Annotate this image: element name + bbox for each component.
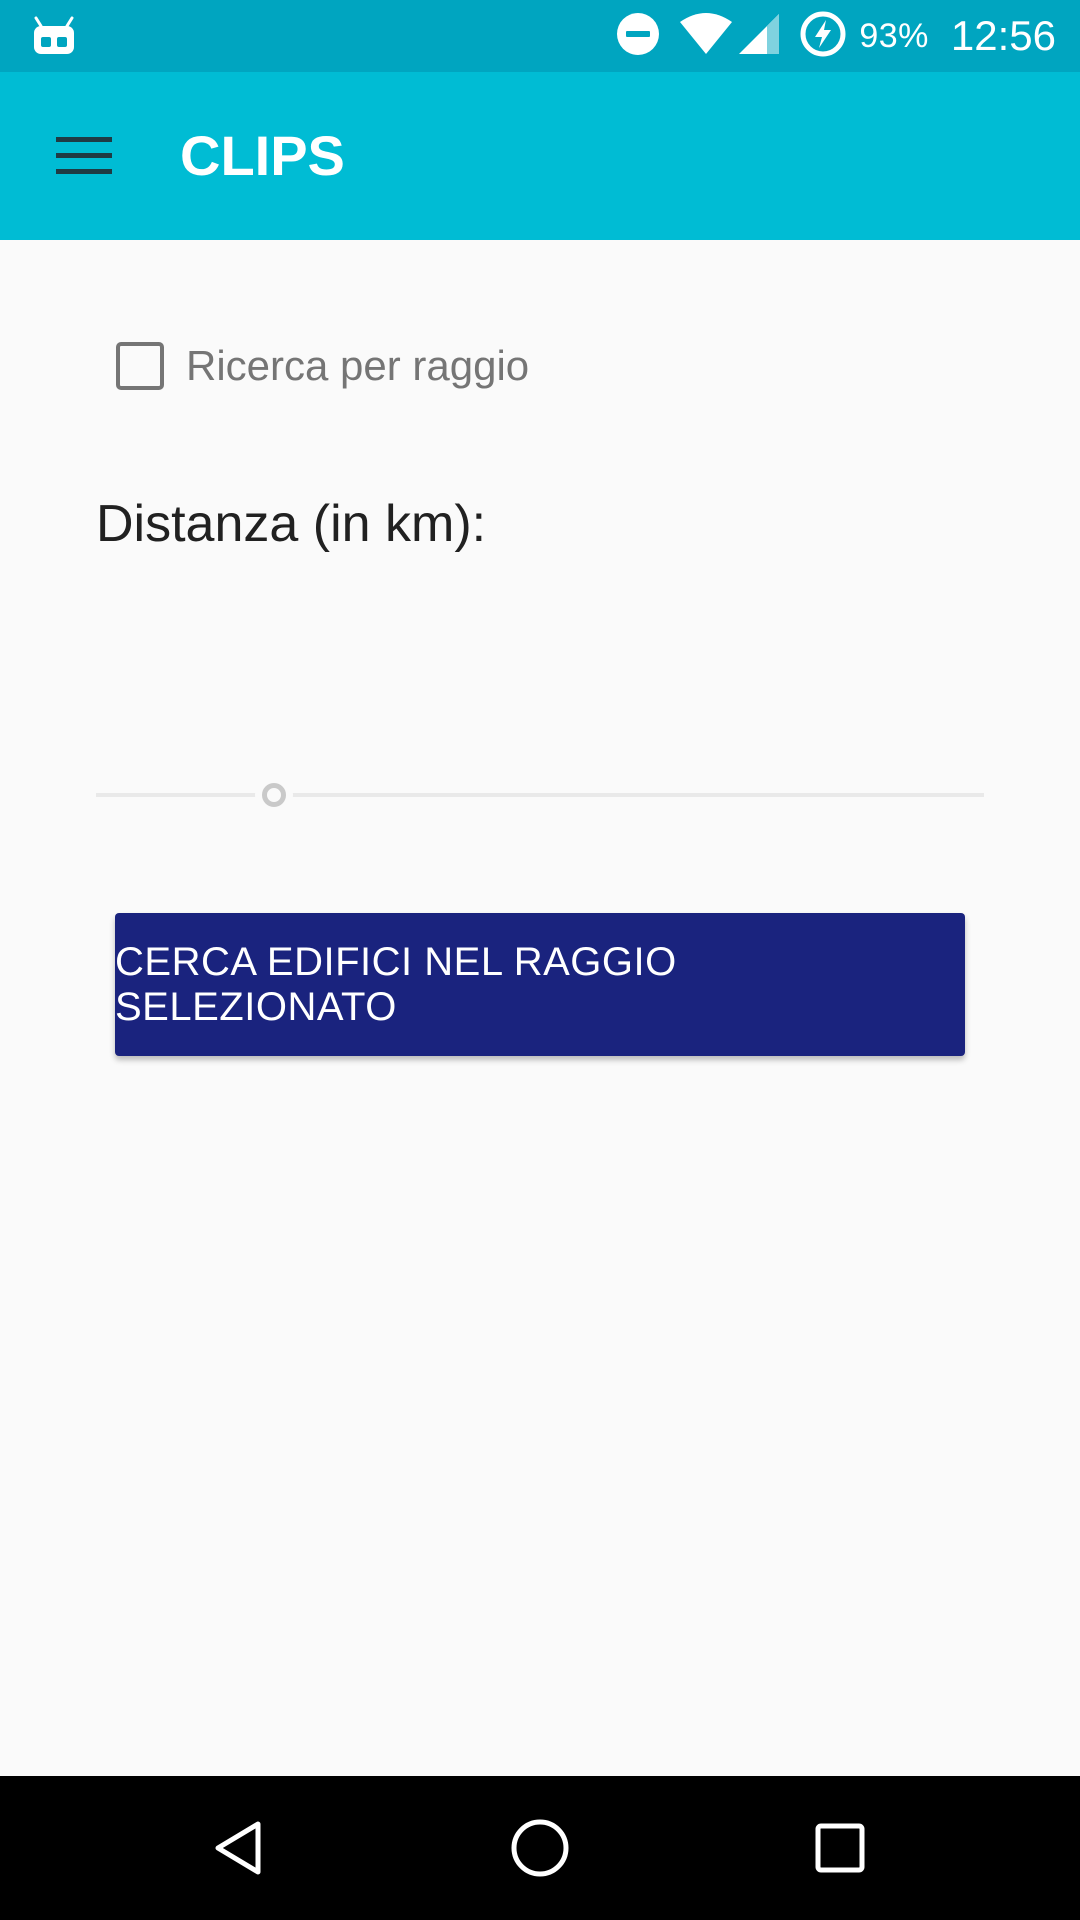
cell-signal-icon xyxy=(737,12,781,61)
recents-icon[interactable] xyxy=(808,1816,872,1880)
do-not-disturb-icon xyxy=(615,11,661,62)
slider-thumb[interactable] xyxy=(261,783,286,807)
battery-charging-icon xyxy=(799,10,847,63)
distance-slider[interactable] xyxy=(96,770,984,820)
slider-track xyxy=(96,793,984,797)
battery-percent: 93% xyxy=(859,16,929,55)
navigation-bar xyxy=(0,1776,1080,1920)
android-debug-icon xyxy=(32,16,76,56)
app-bar: CLIPS xyxy=(0,72,1080,240)
search-buildings-button[interactable]: CERCA EDIFICI NEL RAGGIO SELEZIONATO xyxy=(115,913,965,1056)
main-content: Ricerca per raggio Distanza (in km): CER… xyxy=(0,240,1080,1776)
radius-search-checkbox[interactable]: Ricerca per raggio xyxy=(116,336,529,396)
wifi-icon xyxy=(679,12,733,61)
hamburger-menu-icon[interactable] xyxy=(56,136,112,176)
status-icons: 93% 12:56 xyxy=(615,0,1056,72)
checkbox-label: Ricerca per raggio xyxy=(186,342,530,389)
distance-label: Distanza (in km): xyxy=(96,495,487,553)
home-icon[interactable] xyxy=(508,1816,572,1880)
status-bar: 93% 12:56 xyxy=(0,0,1080,72)
checkbox-box[interactable] xyxy=(116,342,164,390)
back-icon[interactable] xyxy=(208,1816,272,1880)
clock: 12:56 xyxy=(950,12,1056,59)
app-title: CLIPS xyxy=(180,124,345,187)
